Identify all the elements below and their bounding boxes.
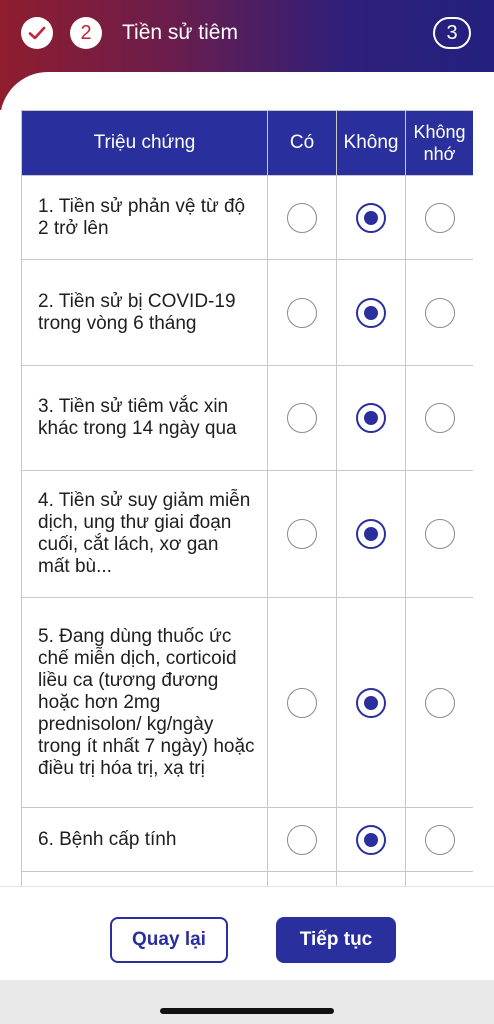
table-row: 1. Tiền sử phản vệ từ độ 2 trở lên bbox=[21, 175, 473, 260]
row-label: 4. Tiền sử suy giảm miễn dịch, ung thư g… bbox=[21, 470, 268, 598]
home-area bbox=[0, 980, 494, 1024]
radio-yes[interactable] bbox=[287, 824, 317, 855]
radio-dont-remember[interactable] bbox=[424, 403, 455, 433]
row-label: 3. Tiền sử tiêm vắc xin khác trong 14 ng… bbox=[21, 365, 268, 471]
header-dont-remember: Không nhớ bbox=[405, 110, 473, 176]
home-indicator[interactable] bbox=[160, 1008, 334, 1014]
step-completed-check-icon bbox=[21, 17, 53, 49]
radio-no[interactable] bbox=[356, 297, 386, 328]
radio-dont-remember[interactable] bbox=[424, 687, 455, 718]
table-header-row: Triệu chứng Có Không Không nhớ bbox=[21, 110, 473, 176]
table-row: 4. Tiền sử suy giảm miễn dịch, ung thư g… bbox=[21, 470, 473, 598]
radio-yes[interactable] bbox=[287, 403, 317, 433]
radio-no[interactable] bbox=[356, 687, 386, 718]
table-row: 6. Bệnh cấp tính bbox=[21, 807, 473, 872]
radio-yes[interactable] bbox=[287, 202, 317, 233]
radio-no[interactable] bbox=[356, 519, 386, 549]
row-label: 5. Đang dùng thuốc ức chế miễn dịch, cor… bbox=[21, 597, 268, 808]
step-current-indicator: 2 bbox=[70, 17, 102, 49]
header-yes: Có bbox=[267, 110, 337, 176]
table-row: 3. Tiền sử tiêm vắc xin khác trong 14 ng… bbox=[21, 365, 473, 471]
radio-dont-remember[interactable] bbox=[424, 202, 455, 233]
symptom-table: Triệu chứng Có Không Không nhớ 1. Tiền s… bbox=[21, 110, 473, 886]
radio-no[interactable] bbox=[356, 202, 386, 233]
radio-yes[interactable] bbox=[287, 297, 317, 328]
row-label: 1. Tiền sử phản vệ từ độ 2 trở lên bbox=[21, 175, 268, 260]
row-label: 2. Tiền sử bị COVID-19 trong vòng 6 thán… bbox=[21, 259, 268, 366]
radio-no[interactable] bbox=[356, 824, 386, 855]
table-row: 5. Đang dùng thuốc ức chế miễn dịch, cor… bbox=[21, 597, 473, 808]
radio-no[interactable] bbox=[356, 403, 386, 433]
continue-button[interactable]: Tiếp tục bbox=[276, 917, 396, 963]
page-title: Tiền sử tiêm bbox=[122, 21, 238, 44]
radio-yes[interactable] bbox=[287, 519, 317, 549]
back-button[interactable]: Quay lại bbox=[110, 917, 228, 963]
table-row bbox=[21, 871, 473, 886]
radio-dont-remember[interactable] bbox=[424, 297, 455, 328]
table-row: 2. Tiền sử bị COVID-19 trong vòng 6 thán… bbox=[21, 259, 473, 366]
footer-bar: Quay lại Tiếp tục bbox=[0, 886, 494, 980]
radio-yes[interactable] bbox=[287, 687, 317, 718]
header-symptom: Triệu chứng bbox=[21, 110, 268, 176]
row-label: 6. Bệnh cấp tính bbox=[21, 807, 268, 872]
radio-dont-remember[interactable] bbox=[424, 824, 455, 855]
header-no: Không bbox=[336, 110, 406, 176]
step-next-indicator: 3 bbox=[433, 17, 471, 49]
radio-dont-remember[interactable] bbox=[424, 519, 455, 549]
